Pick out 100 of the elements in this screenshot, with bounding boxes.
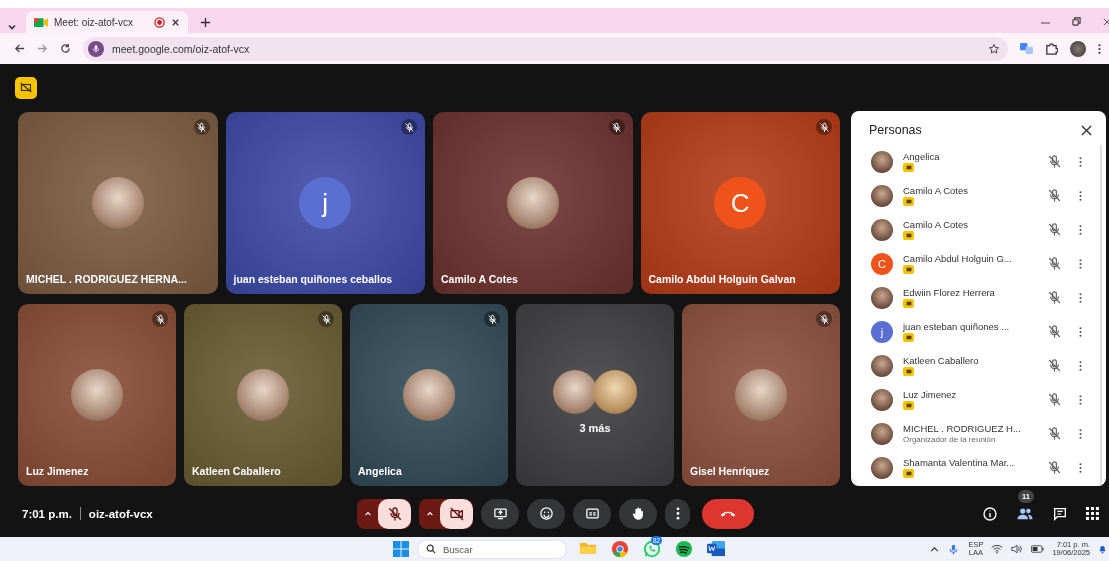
emoji-icon <box>538 506 554 521</box>
restore-button[interactable] <box>1072 17 1081 26</box>
meeting-details-button[interactable] <box>982 505 998 522</box>
address-bar[interactable]: meet.google.com/oiz-atof-vcx <box>83 36 1008 61</box>
vertical-dots-icon <box>1078 189 1082 202</box>
vertical-dots-icon <box>1078 257 1082 270</box>
avatar-initial: C <box>871 252 893 275</box>
avatar-photo <box>871 184 893 207</box>
browser-menu-button[interactable] <box>1098 42 1101 55</box>
participant-name: Camilo Abdul Holguin G... <box>903 253 1012 264</box>
vertical-dots-icon <box>675 507 680 520</box>
avatar-photo <box>871 286 893 309</box>
vertical-dots-icon <box>1078 427 1082 440</box>
search-icon <box>426 544 436 554</box>
browser-tab[interactable]: Meet: oiz-atof-vcx <box>26 11 188 33</box>
phone-hang-up-icon <box>719 509 737 518</box>
activities-button[interactable] <box>1086 507 1099 520</box>
close-icon <box>1103 18 1109 26</box>
minimize-icon <box>1041 22 1050 24</box>
avatar-photo <box>403 369 455 421</box>
vertical-dots-icon <box>1078 325 1082 338</box>
participant-name: Luz Jimenez <box>903 389 957 400</box>
more-button[interactable] <box>665 498 690 529</box>
vertical-dots-icon <box>1078 223 1082 236</box>
forward-button[interactable] <box>37 43 48 54</box>
url-text: meet.google.com/oiz-atof-vcx <box>112 42 251 55</box>
caret-up-icon <box>930 546 940 552</box>
meet-logo-icon <box>34 16 48 28</box>
avatar-photo <box>71 369 123 421</box>
participant-name: Camilo Abdul Holguin Galvan <box>648 273 796 285</box>
taskbar-app[interactable] <box>673 540 695 558</box>
leave-call-button[interactable] <box>702 498 754 529</box>
restore-icon <box>1072 17 1081 26</box>
participant-name: Camilo A Cotes <box>903 185 968 196</box>
close-panel-button[interactable] <box>1081 124 1092 136</box>
participant-name: Camilo A Cotes <box>903 219 968 230</box>
back-button[interactable] <box>14 43 25 54</box>
hand-button[interactable] <box>619 498 657 529</box>
bookmark-button[interactable] <box>988 42 1000 55</box>
avatar-initial: j <box>299 177 352 229</box>
emoji-button[interactable] <box>527 498 565 529</box>
chat-bubble-icon <box>643 540 661 558</box>
avatar-photo <box>871 422 893 445</box>
translate-button[interactable] <box>1020 43 1033 54</box>
new-tab-button[interactable] <box>200 17 211 28</box>
avatar-photo <box>735 369 787 421</box>
camera-control[interactable] <box>419 498 473 529</box>
start-button[interactable] <box>393 541 409 557</box>
panel-title: Personas <box>869 123 922 137</box>
chat-button[interactable] <box>1052 505 1068 522</box>
participant-name: MICHEL . RODRIGUEZ H... <box>903 423 1021 434</box>
avatar-photo <box>871 150 893 173</box>
bell-icon <box>1098 543 1107 555</box>
presentation-status-button[interactable] <box>15 76 37 99</box>
vertical-dots-icon <box>1098 42 1101 55</box>
folder-icon <box>579 540 597 555</box>
reload-icon <box>60 43 71 54</box>
participant-role: Organizador de la reunión <box>903 435 996 444</box>
music-app-icon <box>675 540 693 558</box>
vertical-dots-icon <box>1078 461 1082 474</box>
taskbar-search-field[interactable]: Buscar <box>417 539 567 559</box>
profile-avatar[interactable] <box>1070 40 1086 57</box>
avatar-photo <box>871 456 893 479</box>
avatar-photo <box>91 177 144 229</box>
avatar-photo <box>593 370 637 414</box>
participant-name: Angelica <box>358 465 402 477</box>
info-icon <box>982 505 998 522</box>
caret-up-icon <box>425 511 434 516</box>
avatar-photo <box>237 369 289 421</box>
windows-logo-icon <box>393 541 409 557</box>
vertical-dots-icon <box>1078 291 1082 304</box>
plus-icon <box>200 17 211 28</box>
tab-title: Meet: oiz-atof-vcx <box>54 16 134 28</box>
participant-name: MICHEL . RODRIGUEZ HERNA... <box>26 273 187 285</box>
browser-logo-icon <box>611 540 629 558</box>
grid-icon <box>1086 507 1099 520</box>
close-icon <box>171 17 180 27</box>
hidden-icons-button[interactable] <box>930 546 940 552</box>
vertical-dots-icon <box>1078 393 1082 406</box>
close-window-button[interactable] <box>1103 18 1109 26</box>
back-arrow-icon <box>14 43 25 54</box>
present-button[interactable] <box>481 498 519 529</box>
reload-button[interactable] <box>60 43 71 54</box>
avatar-photo <box>506 177 559 229</box>
participant-name: Edwiin Florez Herrera <box>903 287 995 298</box>
speaker-icon <box>1011 544 1024 554</box>
screen-off-icon <box>20 82 32 93</box>
avatar-initial: j <box>871 320 893 343</box>
notifications-icon[interactable] <box>1098 543 1107 555</box>
translate-icon <box>1020 43 1033 54</box>
avatar-photo <box>553 370 597 414</box>
microphone-control[interactable] <box>357 498 411 529</box>
participant-name: Katleen Caballero <box>192 465 281 477</box>
volume-icon[interactable] <box>1011 544 1024 554</box>
vertical-dots-icon <box>1078 359 1082 372</box>
participant-name: Katleen Caballero <box>903 355 979 366</box>
present-screen-icon <box>492 506 508 521</box>
close-tab-button[interactable] <box>171 17 180 27</box>
captions-button[interactable] <box>573 498 611 529</box>
extensions-button[interactable] <box>1045 42 1058 55</box>
